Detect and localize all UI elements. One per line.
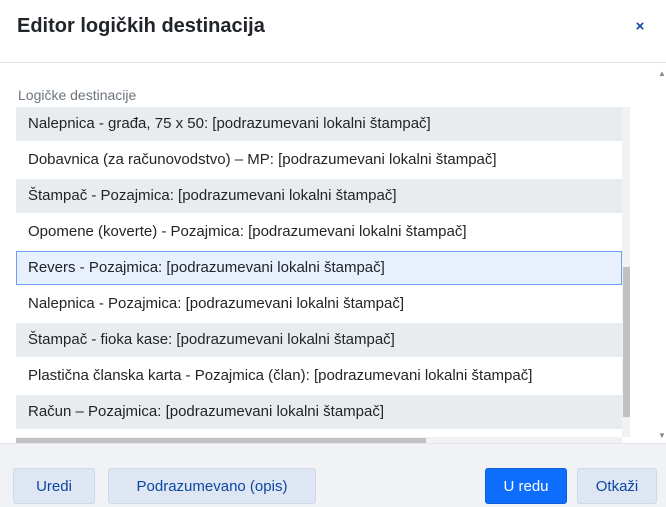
close-icon[interactable]: ×	[626, 12, 654, 40]
list-item[interactable]: Dobavnica (za računovodstvo) – MP: [podr…	[16, 143, 622, 177]
list-item[interactable]: Opomene (koverte) - Pozajmica: [podrazum…	[16, 215, 622, 249]
dialog-footer: Uredi Podrazumevano (opis) U redu Otkaži	[0, 443, 666, 507]
list-item[interactable]: Plastična članska karta - Pozajmica (čla…	[16, 359, 622, 393]
list-vertical-scrollbar[interactable]	[622, 107, 630, 437]
cancel-button[interactable]: Otkaži	[577, 468, 657, 504]
chevron-up-icon[interactable]: ▲	[658, 69, 666, 78]
list-item[interactable]: Štampač - Pozajmica: [podrazumevani loka…	[16, 179, 622, 213]
edit-button[interactable]: Uredi	[13, 468, 95, 504]
list-vertical-scroll-thumb[interactable]	[623, 267, 630, 417]
list-label: Logičke destinacije	[18, 87, 137, 103]
dialog-body: ▲ ▼ Logičke destinacije Nalepnica - građ…	[0, 63, 666, 445]
chevron-down-icon[interactable]: ▼	[658, 431, 666, 440]
destinations-listbox[interactable]: Nalepnica - građa, 75 x 50: [podrazumeva…	[16, 107, 630, 445]
dialog-scrollbar[interactable]: ▲ ▼	[658, 63, 666, 443]
dialog-header: Editor logičkih destinacija ×	[0, 0, 666, 63]
logical-destinations-dialog: Editor logičkih destinacija × ▲ ▼ Logičk…	[0, 0, 666, 507]
list-item[interactable]: Nalepnica - Pozajmica: [podrazumevani lo…	[16, 287, 622, 321]
list-item[interactable]: Račun – Pozajmica: [podrazumevani lokaln…	[16, 395, 622, 429]
list-item[interactable]: Štampač - fioka kase: [podrazumevani lok…	[16, 323, 622, 357]
list-item-selected[interactable]: Revers - Pozajmica: [podrazumevani lokal…	[16, 251, 622, 285]
default-description-button[interactable]: Podrazumevano (opis)	[108, 468, 316, 504]
dialog-title: Editor logičkih destinacija	[17, 15, 265, 37]
list-item[interactable]: Nalepnica - građa, 75 x 50: [podrazumeva…	[16, 107, 622, 141]
ok-button[interactable]: U redu	[485, 468, 567, 504]
